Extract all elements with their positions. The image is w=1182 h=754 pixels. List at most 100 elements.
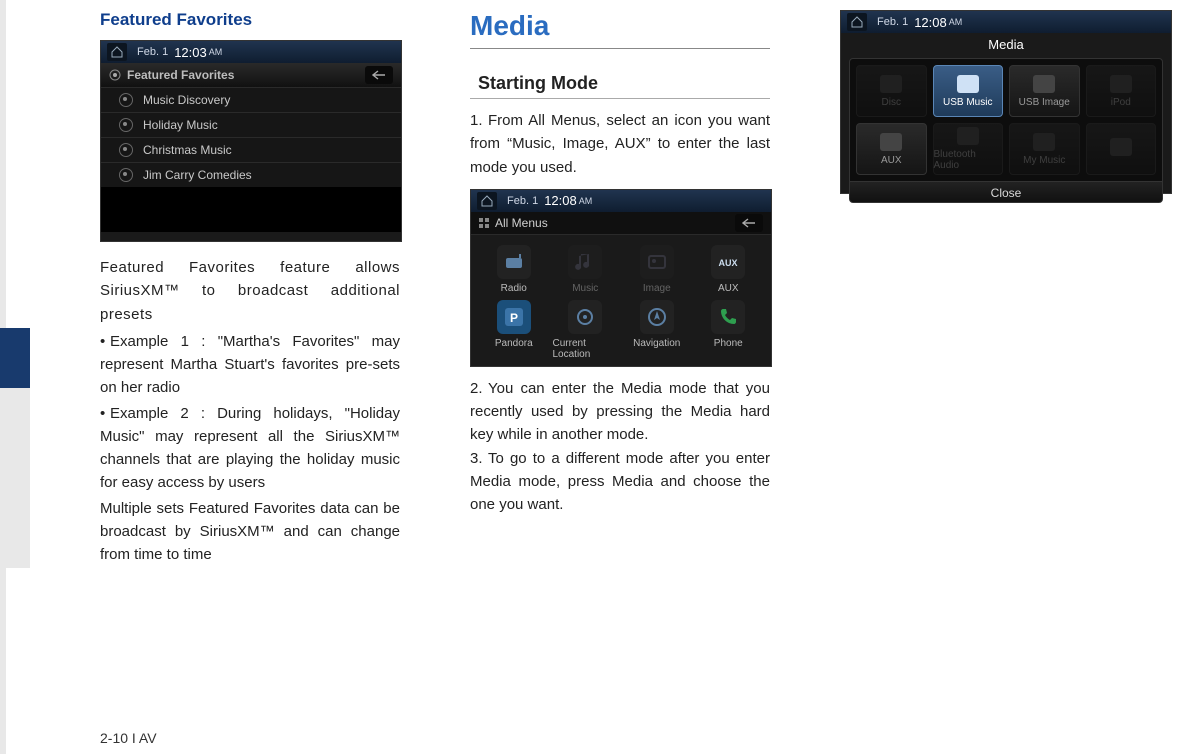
preset-icon [119,168,133,182]
heading-media: Media [470,10,770,49]
menu-item-music: Music [553,245,619,294]
preset-icon [119,118,133,132]
page-footer: 2-10 I AV [100,730,157,746]
pandora-icon: P [497,300,531,334]
media-tile-usb-music: USB Music [933,65,1004,117]
list-item: Christmas Music [101,137,401,162]
date-label: Feb. 1 [877,16,908,28]
media-tile-empty [1086,123,1157,175]
column-media-popup: Feb. 1 12:08 AM Media Disc USB Music USB I… [840,10,1170,570]
bullet-item: •Example 1 : "Martha's Favorites" may re… [100,330,400,400]
menu-item-phone: Phone [696,300,762,360]
aux-icon: AUX [711,245,745,279]
svg-text:AUX: AUX [719,258,738,268]
menu-item-label: Navigation [633,338,680,349]
paragraph: Featured Favorites feature allows Sirius… [100,256,400,326]
back-icon [735,214,763,232]
clock-label: 12:08 [544,193,577,208]
tile-icon [880,133,902,151]
menu-item-radio: Radio [481,245,547,294]
tile-label: AUX [881,155,902,166]
step-text: From All Menus, select an icon you want … [470,112,770,176]
home-icon [107,43,127,61]
menu-item-label: Image [643,283,671,294]
date-label: Feb. 1 [137,46,168,58]
phone-icon [711,300,745,334]
bullet-item: •Example 2 : During holidays, "Holiday M… [100,402,400,495]
list-header: Featured Favorites [101,63,401,87]
screenshot-media-popup: Feb. 1 12:08 AM Media Disc USB Music USB I… [840,10,1172,194]
media-tile-my-music: My Music [1009,123,1080,175]
tile-icon [1033,133,1055,151]
list-item-label: Holiday Music [143,118,218,132]
tile-label: My Music [1023,155,1065,166]
radio-icon [497,245,531,279]
home-icon [477,192,497,210]
column-media: Media Starting Mode 1.From All Menus, se… [470,10,770,570]
tile-icon [1033,75,1055,93]
menu-item-label: Phone [714,338,743,349]
menu-item-label: Pandora [495,338,533,349]
screenshot-featured-favorites: Feb. 1 12:03 AM Featured Favorites Music… [100,40,402,242]
menu-item-image: Image [624,245,690,294]
navigation-icon [640,300,674,334]
grid-icon [479,218,489,228]
bullet-text: Example 2 : During holidays, "Holiday Mu… [100,405,400,492]
date-label: Feb. 1 [507,195,538,207]
menu-item-label: Music [572,283,598,294]
star-icon [109,69,121,81]
preset-icon [119,93,133,107]
menu-item-label: Current Location [553,338,619,360]
status-bar: Feb. 1 12:08 AM [841,11,1171,33]
clock-label: 12:03 [174,45,207,60]
home-icon [847,13,867,31]
list-item: Jim Carry Comedies [101,162,401,187]
list-item: Music Discovery [101,87,401,112]
bullet-text: Example 1 : "Martha's Favorites" may rep… [100,333,400,397]
tile-label: USB Image [1019,97,1070,108]
ampm-label: AM [949,17,963,27]
paragraph: Multiple sets Featured Favorites data ca… [100,497,400,567]
tile-label: iPod [1111,97,1131,108]
media-tile-aux: AUX [856,123,927,175]
popup-title: Media [841,33,1171,54]
list-title: Featured Favorites [127,68,234,82]
ampm-label: AM [209,47,223,57]
step-item: 3.To go to a different mode after you en… [470,447,770,517]
clock-label: 12:08 [914,15,947,30]
media-tile-disc: Disc [856,65,927,117]
screen-title-bar: All Menus [471,212,771,235]
menu-item-navigation: Navigation [624,300,690,360]
side-tab-strip [0,0,36,754]
tile-icon [957,75,979,93]
tile-icon [1110,138,1132,156]
tile-icon [880,75,902,93]
step-item: 1.From All Menus, select an icon you wan… [470,109,770,179]
status-bar: Feb. 1 12:08 AM [471,190,771,212]
back-icon [365,66,393,84]
heading-starting-mode: Starting Mode [470,69,770,99]
preset-icon [119,143,133,157]
menu-item-label: AUX [718,283,739,294]
menu-item-pandora: P Pandora [481,300,547,360]
screenshot-all-menus: Feb. 1 12:08 AM All Menus Radio Music Imag… [470,189,772,367]
column-featured-favorites: Featured Favorites Feb. 1 12:03 AM Featu… [100,10,400,570]
list-item-label: Jim Carry Comedies [143,168,252,182]
step-text: To go to a different mode after you ente… [470,450,770,514]
music-icon [568,245,602,279]
media-tile-usb-image: USB Image [1009,65,1080,117]
image-icon [640,245,674,279]
screen-title: All Menus [495,216,548,230]
status-bar: Feb. 1 12:03 AM [101,41,401,63]
heading-featured-favorites: Featured Favorites [100,10,400,30]
media-tile-ipod: iPod [1086,65,1157,117]
tile-label: Bluetooth Audio [934,149,1003,171]
tile-icon [957,127,979,145]
tile-label: Disc [882,97,901,108]
step-text: You can enter the Media mode that you re… [470,380,770,444]
current-location-icon [568,300,602,334]
list-item-label: Christmas Music [143,143,232,157]
menu-item-current-location: Current Location [553,300,619,360]
menu-item-aux: AUX AUX [696,245,762,294]
media-tile-bluetooth-audio: Bluetooth Audio [933,123,1004,175]
